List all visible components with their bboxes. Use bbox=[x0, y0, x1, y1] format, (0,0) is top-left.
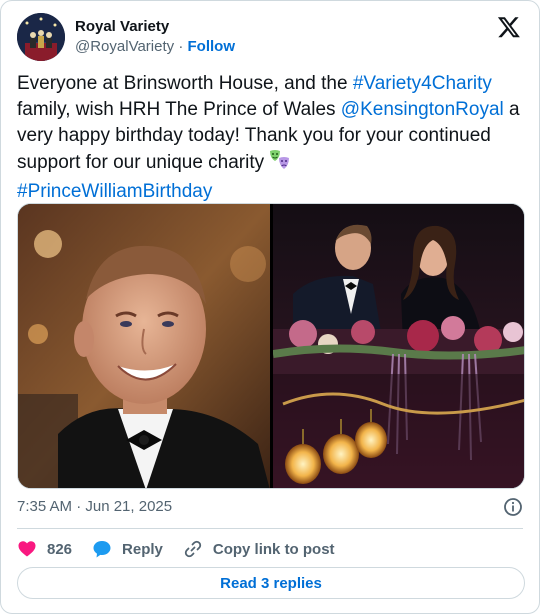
reply-bubble-icon bbox=[93, 541, 111, 558]
link-icon bbox=[184, 540, 202, 558]
mention-kensingtonroyal[interactable]: @KensingtonRoyal bbox=[341, 99, 504, 120]
follow-button[interactable]: Follow bbox=[188, 38, 236, 55]
author-names: Royal Variety @RoyalVariety · Follow bbox=[75, 17, 235, 57]
copy-link-label: Copy link to post bbox=[212, 540, 335, 558]
x-logo-icon[interactable] bbox=[497, 15, 521, 39]
tweet-text-part: family, wish HRH The Prince of Wales bbox=[17, 99, 341, 120]
tweet-text: Everyone at Brinsworth House, and the #V… bbox=[17, 71, 529, 205]
avatar[interactable] bbox=[17, 13, 65, 61]
copy-link-button[interactable]: Copy link to post bbox=[183, 539, 335, 559]
info-icon[interactable] bbox=[503, 497, 523, 517]
photo-prince-portrait[interactable] bbox=[18, 204, 270, 488]
tweet-text-part: Everyone at Brinsworth House, and the bbox=[17, 73, 353, 94]
timestamp[interactable]: 7:35 AM · Jun 21, 2025 bbox=[17, 498, 172, 515]
tweet-header: Royal Variety @RoyalVariety · Follow bbox=[17, 13, 523, 61]
reply-button[interactable]: Reply bbox=[92, 539, 163, 559]
tweet-card: Royal Variety @RoyalVariety · Follow Eve… bbox=[0, 0, 540, 614]
like-button[interactable]: 826 bbox=[17, 539, 72, 559]
author-display-name[interactable]: Royal Variety bbox=[75, 17, 235, 37]
divider bbox=[17, 528, 523, 529]
media-grid bbox=[17, 203, 525, 489]
reply-label: Reply bbox=[122, 540, 163, 558]
action-bar: 826 Reply Copy link to post bbox=[17, 535, 523, 563]
author-handle-line: @RoyalVariety · Follow bbox=[75, 37, 235, 57]
read-replies-button[interactable]: Read 3 replies bbox=[17, 567, 525, 599]
like-count: 826 bbox=[47, 540, 73, 558]
author-handle[interactable]: @RoyalVariety bbox=[75, 38, 174, 55]
separator-dot: · bbox=[174, 38, 188, 55]
heart-icon bbox=[18, 541, 36, 557]
hashtag-variety4charity[interactable]: #Variety4Charity bbox=[353, 73, 492, 94]
theater-masks-icon bbox=[269, 149, 291, 179]
photo-royal-box[interactable] bbox=[273, 204, 524, 488]
tweet-meta: 7:35 AM · Jun 21, 2025 bbox=[17, 497, 523, 521]
hashtag-princewilliambirthday[interactable]: #PrinceWilliamBirthday bbox=[17, 181, 212, 202]
